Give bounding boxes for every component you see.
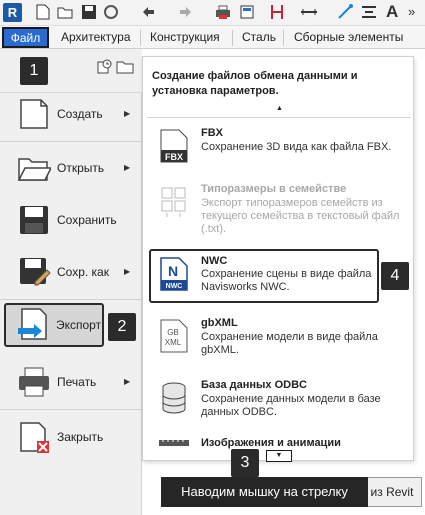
- submenu-title: Создание файлов обмена данными и установ…: [152, 70, 358, 97]
- menu-item-label: Закрыть: [57, 430, 104, 444]
- item-description: Сохранение данных модели в базе данных O…: [201, 393, 381, 418]
- save-icon: [20, 206, 48, 234]
- export-icon: [18, 308, 47, 340]
- item-description: Экспорт типоразмеров семейств из текущег…: [201, 197, 400, 235]
- instruction-tooltip: Наводим мышку на стрелку: [161, 477, 368, 507]
- menu-item-label: Создать: [57, 107, 103, 121]
- open-folder-icon[interactable]: [56, 3, 74, 21]
- step-badge-1: 1: [20, 57, 48, 85]
- svg-text:N: N: [168, 263, 178, 279]
- menu-item-open[interactable]: Открыть ▶: [0, 143, 142, 193]
- print-icon: [19, 367, 49, 397]
- menu-item-label: Открыть: [57, 161, 105, 175]
- scroll-down-arrow-icon[interactable]: ▼: [266, 450, 292, 462]
- recent-documents-icon[interactable]: [96, 59, 112, 75]
- item-description: Сохранение сцены в виде файла Navisworks…: [201, 268, 372, 293]
- step-badge-3: 3: [231, 449, 259, 477]
- film-strip-icon: [159, 440, 189, 446]
- sync-icon[interactable]: [102, 3, 120, 21]
- menu-item-save-as[interactable]: Сохр. как ▶: [0, 247, 142, 297]
- submenu-divider: [147, 117, 411, 118]
- dimension-icon[interactable]: [300, 3, 318, 21]
- tab-divider: [283, 30, 284, 46]
- submenu-arrow-icon: ▶: [124, 109, 131, 118]
- menu-item-label: Экспорт: [56, 318, 102, 332]
- new-file-icon[interactable]: [34, 3, 52, 21]
- save-as-icon: [20, 258, 51, 286]
- quick-access-toolbar: R A »: [0, 0, 425, 26]
- family-types-icon: [161, 187, 186, 217]
- svg-text:XML: XML: [165, 338, 182, 347]
- svg-text:NWC: NWC: [166, 283, 183, 290]
- menu-item-print[interactable]: Печать ▶: [0, 357, 142, 407]
- menu-item-close[interactable]: Закрыть: [0, 412, 142, 462]
- export-nwc-item[interactable]: N NWC NWC Сохранение сцены в виде файла N…: [149, 249, 379, 303]
- export-family-types-item: Типоразмеры в семействе Экспорт типоразм…: [151, 181, 407, 245]
- nwc-file-icon: N NWC: [160, 257, 188, 291]
- close-file-icon: [20, 422, 49, 453]
- svg-text:FBX: FBX: [165, 152, 183, 162]
- svg-text:GB: GB: [167, 328, 179, 337]
- tag-icon[interactable]: [336, 3, 354, 21]
- text-icon[interactable]: A: [386, 2, 398, 22]
- item-title: Изображения и анимации: [201, 437, 341, 449]
- tab-precast[interactable]: Сборные элементы: [294, 26, 403, 49]
- menu-item-label: Сохр. как: [57, 265, 109, 279]
- tab-file[interactable]: Файл: [2, 27, 49, 48]
- tab-divider: [140, 30, 141, 46]
- menu-divider: [0, 409, 142, 410]
- tab-architecture[interactable]: Архитектура: [61, 26, 131, 49]
- item-title: FBX: [201, 127, 223, 139]
- item-description: Сохранение модели в виде файла gbXML.: [201, 331, 378, 356]
- item-title: База данных ODBC: [201, 379, 307, 391]
- menu-item-export[interactable]: Экспорт: [4, 303, 104, 347]
- export-images-item[interactable]: Изображения и анимации: [151, 435, 407, 451]
- gbxml-file-icon: GBXML: [160, 319, 188, 353]
- sheet-icon[interactable]: [238, 3, 256, 21]
- undo-icon[interactable]: [140, 3, 158, 21]
- exit-revit-button[interactable]: из Revit: [362, 477, 422, 507]
- measure-icon[interactable]: [268, 3, 286, 21]
- open-documents-icon[interactable]: [116, 59, 134, 75]
- step-badge-4: 4: [381, 262, 409, 290]
- overflow-icon[interactable]: »: [408, 4, 415, 19]
- scroll-up-arrow-icon[interactable]: ▲: [276, 105, 283, 112]
- submenu-arrow-icon: ▶: [124, 377, 131, 386]
- item-title: Типоразмеры в семействе: [201, 183, 347, 195]
- save-icon[interactable]: [80, 3, 98, 21]
- open-folder-icon: [17, 158, 51, 181]
- fbx-file-icon: FBX: [160, 129, 188, 163]
- export-odbc-item[interactable]: База данных ODBC Сохранение данных модел…: [151, 377, 407, 435]
- print-icon[interactable]: [214, 3, 232, 21]
- menu-item-new[interactable]: Создать ▶: [0, 89, 142, 139]
- tab-steel[interactable]: Сталь: [242, 26, 276, 49]
- tab-structure[interactable]: Конструкция: [150, 26, 220, 49]
- menu-item-label: Печать: [57, 375, 97, 389]
- menu-divider: [0, 299, 142, 300]
- submenu-arrow-icon: ▶: [124, 267, 131, 276]
- item-title: NWC: [201, 255, 228, 267]
- menu-item-save[interactable]: Сохранить: [0, 195, 142, 245]
- align-icon[interactable]: [360, 3, 378, 21]
- app-logo[interactable]: R: [3, 3, 22, 22]
- export-gbxml-item[interactable]: GB XML gbXML Сохранение модели в виде фай…: [151, 315, 407, 373]
- export-fbx-item[interactable]: FBX FBX Сохранение 3D вида как файла FBX…: [151, 125, 407, 183]
- database-icon: [162, 382, 186, 414]
- menu-divider: [0, 141, 142, 142]
- tab-divider: [232, 30, 233, 46]
- step-badge-2: 2: [108, 313, 136, 341]
- ribbon-tabs: Файл Архитектура Конструкция Сталь Сборн…: [0, 26, 425, 49]
- redo-icon[interactable]: [176, 3, 194, 21]
- export-submenu: Создание файлов обмена данными и установ…: [142, 56, 414, 462]
- item-title: gbXML: [201, 317, 238, 329]
- submenu-arrow-icon: ▶: [124, 163, 131, 172]
- menu-item-label: Сохранить: [57, 213, 117, 227]
- new-file-icon: [20, 99, 48, 129]
- item-description: Сохранение 3D вида как файла FBX.: [201, 141, 392, 153]
